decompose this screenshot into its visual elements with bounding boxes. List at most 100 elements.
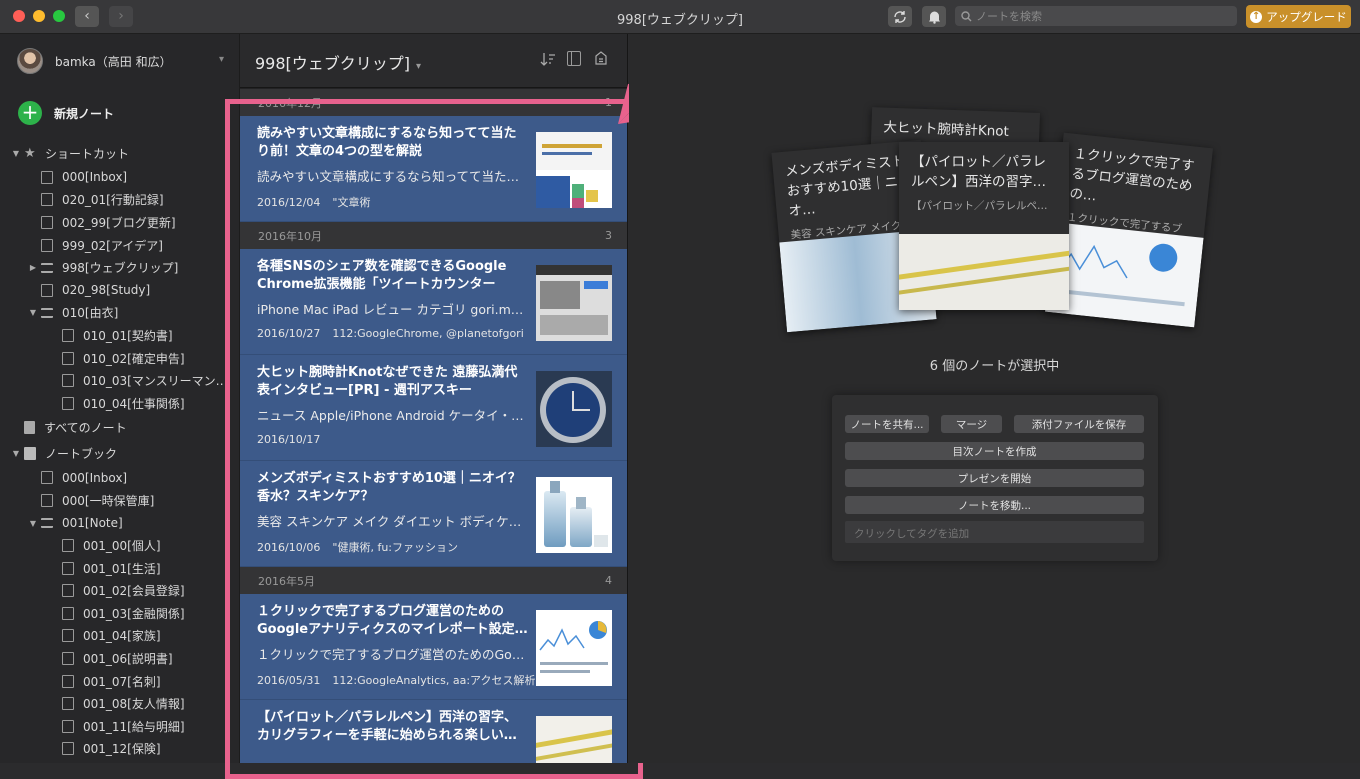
note-card[interactable]: 読みやすい文章構成にするなら知ってて当たり前！文章の4つの型を解説 読みやすい文… xyxy=(240,116,627,222)
share-notes-button[interactable]: ノートを共有... xyxy=(845,415,929,433)
note-tags: 112:GoogleAnalytics, aa:アクセス解析 xyxy=(332,674,536,687)
note-card[interactable]: １クリックで完了するブログ運営のためのGoogleアナリティクスのマイレポート設… xyxy=(240,594,627,700)
note-card[interactable]: メンズボディミストおすすめ10選｜ニオイ？香水？スキンケア？ 美容 スキンケア … xyxy=(240,461,627,567)
note-snippet: ニュース Apple/iPhone Android ケータイ・… xyxy=(257,408,524,423)
notebook-icon xyxy=(62,606,74,620)
sidebar-item-child[interactable]: 001_08[友人情報] xyxy=(0,692,239,715)
sidebar-item-notebook[interactable]: ▼ 001[Note] xyxy=(0,512,239,535)
notifications-button[interactable] xyxy=(922,6,946,27)
notebook-title: 998[ウェブクリップ] xyxy=(255,54,411,73)
sidebar-item-child[interactable]: 001_03[金融関係] xyxy=(0,602,239,625)
save-attachments-button[interactable]: 添付ファイルを保存 xyxy=(1014,415,1144,433)
sidebar-item-child[interactable]: 001_06[説明書] xyxy=(0,647,239,670)
note-title: 大ヒット腕時計Knotなぜできた 遠藤弘満代表インタビュー[PR] - 週刊アス… xyxy=(257,365,518,398)
sidebar-item-child[interactable]: 010_04[仕事関係] xyxy=(0,392,239,415)
zoom-window-button[interactable] xyxy=(53,10,65,22)
sidebar-item-shortcut[interactable]: ▼ 010[由衣] xyxy=(0,302,239,325)
note-card[interactable]: 【パイロット／パラレルペン】西洋の習字、カリグラフィーを手軽に始められる楽しい… xyxy=(240,700,627,763)
notebook-icon xyxy=(41,215,53,229)
note-date: 2016/10/27 xyxy=(257,327,321,340)
notebook-icon xyxy=(62,539,74,553)
window-title: 998[ウェブクリップ] xyxy=(617,13,743,28)
notebook-icon xyxy=(62,561,74,575)
sync-icon xyxy=(894,10,906,23)
start-presentation-button[interactable]: プレゼンを開始 xyxy=(845,469,1144,487)
sidebar-item-shortcut[interactable]: 002_99[ブログ更新] xyxy=(0,211,239,234)
minimize-window-button[interactable] xyxy=(33,10,45,22)
month-label: 2016年12月 xyxy=(258,96,322,110)
notebook-icon xyxy=(62,674,74,688)
month-label: 2016年5月 xyxy=(258,574,315,588)
view-options-icon[interactable] xyxy=(567,51,581,66)
note-tags: 112:GoogleChrome, @planetofgori xyxy=(332,327,524,340)
merge-button[interactable]: マージ xyxy=(941,415,1002,433)
sidebar-item-all-notes[interactable]: すべてのノート xyxy=(0,415,239,441)
account-switcher[interactable]: bamka（高田 和広） ▾ xyxy=(17,48,227,74)
sidebar-item-shortcut[interactable]: 000[Inbox] xyxy=(0,166,239,189)
sidebar-item-notebook[interactable]: 000[Inbox] xyxy=(0,467,239,490)
sidebar-item-label: 001_06[説明書] xyxy=(83,652,173,667)
sync-button[interactable] xyxy=(888,6,912,27)
disclosure-closed-icon: ▶ xyxy=(29,263,37,273)
search-field[interactable]: ノートを検索 xyxy=(955,6,1237,26)
back-button[interactable]: ‹ xyxy=(75,6,99,27)
sidebar-item-child[interactable]: 001_00[個人] xyxy=(0,534,239,557)
sidebar-item-child[interactable]: 001_02[会員登録] xyxy=(0,580,239,603)
notebook-title-dropdown[interactable]: 998[ウェブクリップ] ▾ xyxy=(255,50,421,74)
note-snippet: iPhone Mac iPad レビュー カテゴリ gori.me… xyxy=(257,302,529,317)
note-card[interactable]: 各種SNSのシェア数を確認できるGoogle Chrome拡張機能「ツイートカウ… xyxy=(240,249,627,355)
move-notes-button[interactable]: ノートを移動... xyxy=(845,496,1144,514)
sidebar-item-child[interactable]: 001_01[生活] xyxy=(0,557,239,580)
sidebar-item-label: 001_01[生活] xyxy=(83,561,161,576)
sidebar-item-label: 001_11[給与明細] xyxy=(83,719,185,734)
create-toc-note-button[interactable]: 目次ノートを作成 xyxy=(845,442,1144,460)
new-note-button[interactable]: + 新規ノート xyxy=(18,101,114,125)
sidebar-item-label: 010_01[契約書] xyxy=(83,328,173,343)
notebook-icon xyxy=(62,719,74,733)
sidebar-item-shortcut[interactable]: ▶ 998[ウェブクリップ] xyxy=(0,256,239,279)
upgrade-button[interactable]: ↑ アップグレード xyxy=(1246,5,1351,28)
chevron-down-icon: ▾ xyxy=(416,61,422,72)
sidebar: bamka（高田 和広） ▾ + 新規ノート ▼ ★ ショートカット 000[I… xyxy=(0,34,240,763)
disclosure-open-icon: ▼ xyxy=(29,308,37,318)
note-card[interactable]: 大ヒット腕時計Knotなぜできた 遠藤弘満代表インタビュー[PR] - 週刊アス… xyxy=(240,355,627,461)
notebook-icon xyxy=(62,396,74,410)
stacked-note-preview: 【パイロット／パラレルペン】西洋の習字… 【パイロット／パラレルペ… xyxy=(899,142,1069,310)
note-thumbnail xyxy=(536,610,612,686)
sidebar-notebooks-header[interactable]: ▼ ノートブック xyxy=(0,441,239,467)
sidebar-item-label: 001_08[友人情報] xyxy=(83,697,185,712)
sidebar-item-label: 999_02[アイデア] xyxy=(62,238,163,253)
notebook-icon xyxy=(62,374,74,388)
star-icon: ★ xyxy=(24,145,36,161)
search-icon xyxy=(961,10,972,21)
sidebar-item-child[interactable]: 001_04[家族] xyxy=(0,625,239,648)
sidebar-item-child[interactable]: 010_02[確定申告] xyxy=(0,347,239,370)
sidebar-item-child[interactable]: 001_11[給与明細] xyxy=(0,715,239,738)
sidebar-item-shortcut[interactable]: 020_98[Study] xyxy=(0,279,239,302)
chevron-right-icon: › xyxy=(118,8,124,24)
sidebar-item-label: 001_12[保険] xyxy=(83,742,161,757)
sidebar-item-shortcut[interactable]: 020_01[行動記録] xyxy=(0,189,239,212)
sort-icon[interactable] xyxy=(540,51,556,67)
stack-card-subtitle: 【パイロット／パラレルペ… xyxy=(911,200,1048,212)
sidebar-item-label: 000[Inbox] xyxy=(62,470,128,485)
sidebar-item-label: 010_02[確定申告] xyxy=(83,351,185,366)
sidebar-item-child[interactable]: 001_07[名刺] xyxy=(0,670,239,693)
note-title: 各種SNSのシェア数を確認できるGoogle Chrome拡張機能「ツイートカウ… xyxy=(257,259,507,292)
notebook-icon xyxy=(62,652,74,666)
note-date: 2016/10/17 xyxy=(257,433,321,446)
sidebar-item-child[interactable]: 001_12[保険] xyxy=(0,738,239,761)
sidebar-item-child[interactable]: 010_01[契約書] xyxy=(0,324,239,347)
sidebar-item-notebook[interactable]: 000[一時保管庫] xyxy=(0,489,239,512)
sidebar-shortcuts-header[interactable]: ▼ ★ ショートカット xyxy=(0,140,239,166)
note-list-scroll[interactable]: 2016年12月 1 読みやすい文章構成にするなら知ってて当たり前！文章の4つの型… xyxy=(240,89,627,763)
sidebar-item-label: 002_99[ブログ更新] xyxy=(62,215,176,230)
forward-button[interactable]: › xyxy=(109,6,133,27)
note-date: 2016/12/04 xyxy=(257,196,321,209)
note-snippet: 美容 スキンケア メイク ダイエット ボディケ… xyxy=(257,514,522,529)
sidebar-item-child[interactable]: 010_03[マンスリーマン… xyxy=(0,369,239,392)
close-window-button[interactable] xyxy=(13,10,25,22)
sidebar-item-shortcut[interactable]: 999_02[アイデア] xyxy=(0,234,239,257)
add-tag-input[interactable]: クリックしてタグを追加 xyxy=(845,521,1144,543)
sidebar-item-label: 010_03[マンスリーマン… xyxy=(83,374,228,389)
